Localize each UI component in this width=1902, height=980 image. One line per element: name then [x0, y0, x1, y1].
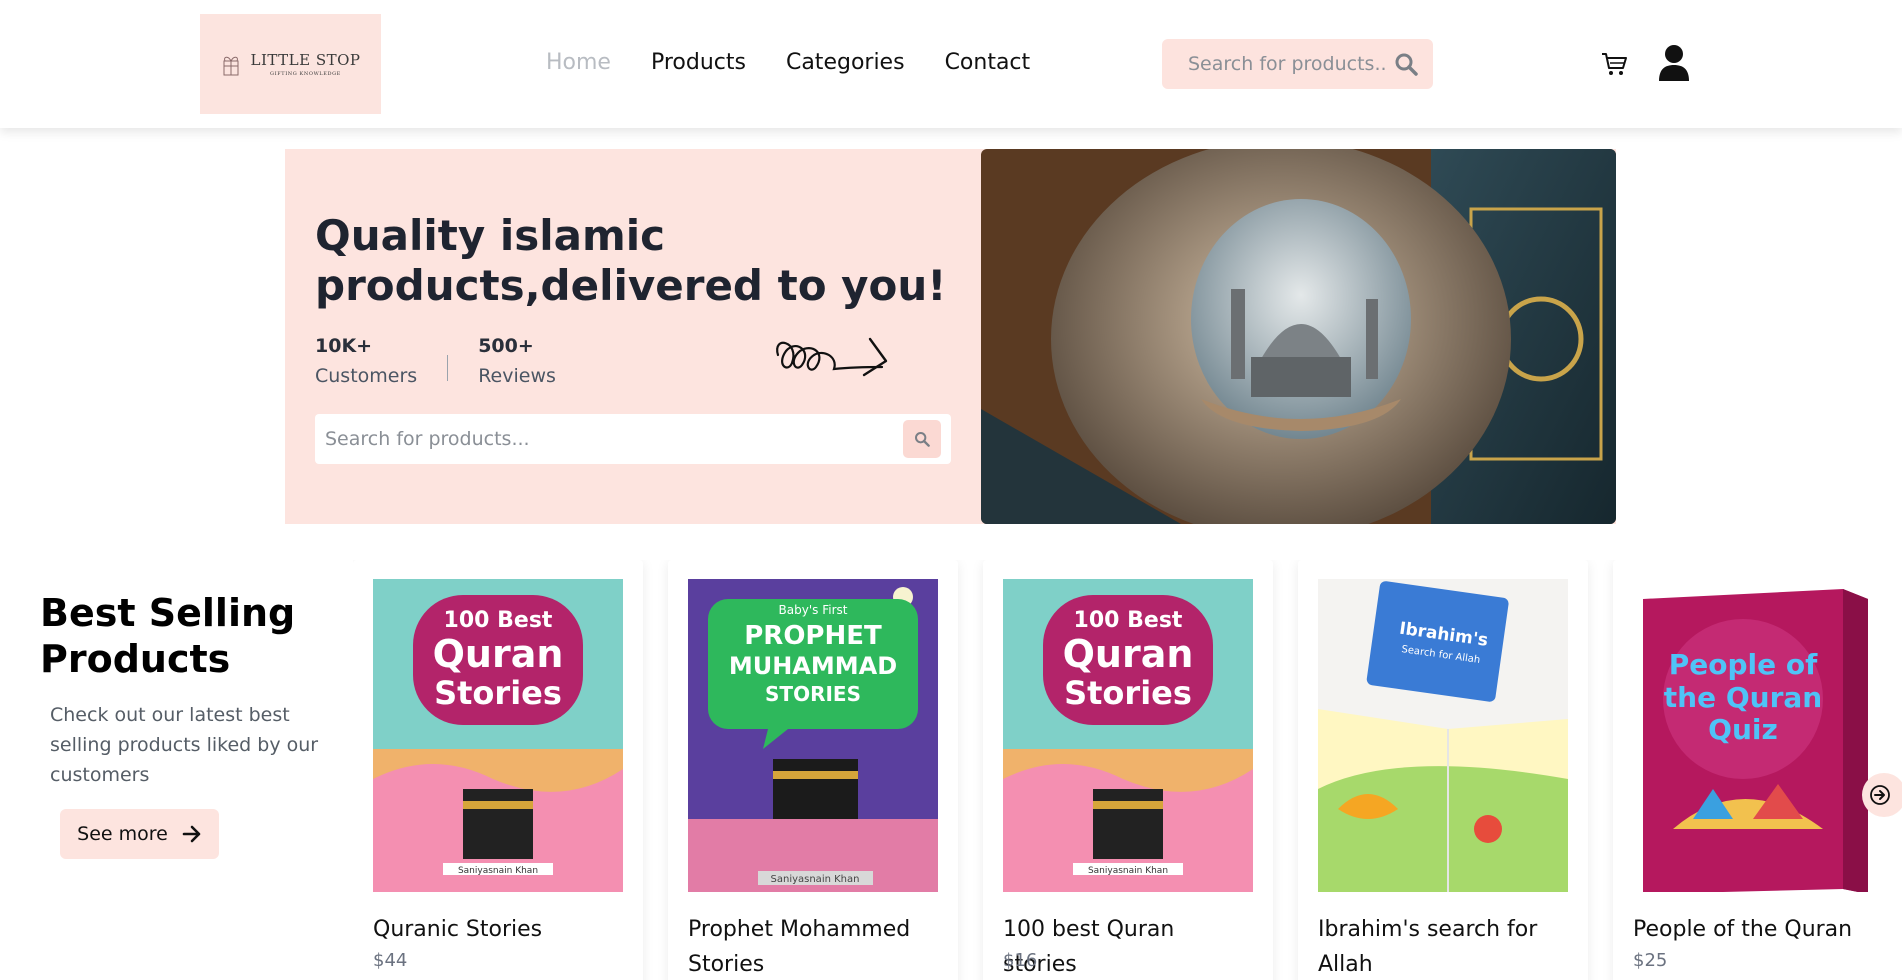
- product-price: $16: [1003, 950, 1038, 971]
- see-more-label: See more: [77, 823, 168, 845]
- cover-text: MUHAMMAD: [729, 652, 897, 680]
- hero-search-input[interactable]: [325, 428, 903, 450]
- stat-label: Customers: [315, 365, 418, 387]
- cart-icon[interactable]: [1600, 50, 1628, 78]
- search-icon[interactable]: [1391, 49, 1421, 79]
- squiggle-arrow-icon: [776, 337, 888, 377]
- product-card[interactable]: Ibrahim's Search for Allah Ibrahim's sea…: [1298, 560, 1588, 980]
- product-name[interactable]: 100 best Quran stories: [1003, 912, 1253, 980]
- product-name[interactable]: Prophet Mohammed Stories: [688, 912, 938, 980]
- cover-text: Quran: [1063, 632, 1194, 676]
- cover-author: Saniyasnain Khan: [771, 874, 860, 885]
- product-image: Baby's First PROPHET MUHAMMAD STORIES Sa…: [688, 579, 938, 892]
- product-image: 100 Best Quran Stories Saniyasnain Khan: [1003, 579, 1253, 892]
- stat-value: 10K+: [315, 335, 373, 357]
- product-card[interactable]: 100 Best Quran Stories Saniyasnain Khan …: [353, 560, 643, 980]
- nav-contact[interactable]: Contact: [945, 50, 1031, 75]
- hero-banner: Quality islamic products,delivered to yo…: [285, 149, 1616, 524]
- logo[interactable]: LITTLE STOP GIFTING KNOWLEDGE: [200, 14, 381, 114]
- cover-text: Stories: [1064, 674, 1192, 712]
- nav-products[interactable]: Products: [651, 50, 746, 75]
- stat-reviews: 500+ Reviews: [478, 335, 556, 387]
- product-name[interactable]: People of the Quran: [1633, 912, 1873, 947]
- product-card[interactable]: 100 Best Quran Stories Saniyasnain Khan …: [983, 560, 1273, 980]
- logo-tagline: GIFTING KNOWLEDGE: [270, 71, 341, 77]
- product-price: $25: [1633, 950, 1668, 971]
- product-image: Ibrahim's Search for Allah: [1318, 579, 1568, 892]
- best-selling-description: Check out our latest best selling produc…: [50, 704, 319, 786]
- main-nav: Home Products Categories Contact: [546, 50, 1030, 75]
- cover-text: Baby's First: [779, 603, 848, 617]
- cover-text: Quiz: [1708, 713, 1778, 746]
- product-card[interactable]: People of the Quran Quiz People of the Q…: [1613, 560, 1873, 980]
- hero-search: [315, 414, 951, 464]
- stat-customers: 10K+ Customers: [315, 335, 417, 387]
- cover-text: 100 Best: [444, 608, 553, 633]
- search-icon[interactable]: [903, 420, 941, 458]
- cover-text: 100 Best: [1074, 608, 1183, 633]
- stat-divider: [447, 355, 449, 381]
- hero-image: [981, 149, 1616, 524]
- carousel-next-button[interactable]: [1862, 773, 1902, 817]
- product-card[interactable]: Baby's First PROPHET MUHAMMAD STORIES Sa…: [668, 560, 958, 980]
- cover-text: Stories: [434, 674, 562, 712]
- cover-text: the Quran: [1664, 681, 1822, 714]
- user-icon[interactable]: [1658, 44, 1690, 82]
- nav-home[interactable]: Home: [546, 50, 611, 75]
- cover-text: Quran: [433, 632, 564, 676]
- product-name[interactable]: Quranic Stories: [373, 912, 623, 947]
- header-search: [1162, 39, 1433, 89]
- hero-title: Quality islamic products,delivered to yo…: [315, 211, 947, 310]
- product-price: $44: [373, 950, 408, 971]
- site-header: LITTLE STOP GIFTING KNOWLEDGE Home Produ…: [0, 0, 1902, 128]
- see-more-button[interactable]: See more: [60, 809, 219, 859]
- cover-text: People of: [1669, 648, 1818, 681]
- header-search-input[interactable]: [1188, 53, 1388, 75]
- gift-icon: [223, 56, 239, 76]
- stat-label: Reviews: [478, 365, 556, 387]
- product-image: People of the Quran Quiz: [1633, 579, 1873, 892]
- arrow-right-icon: [1870, 785, 1890, 805]
- cover-text: STORIES: [765, 682, 861, 706]
- cover-author: Saniyasnain Khan: [1088, 866, 1168, 876]
- logo-name: LITTLE STOP: [250, 51, 361, 69]
- product-carousel: 100 Best Quran Stories Saniyasnain Khan …: [353, 560, 1873, 980]
- product-name[interactable]: Ibrahim's search for Allah: [1318, 912, 1568, 980]
- arrow-right-icon: [182, 825, 201, 843]
- cover-text: PROPHET: [744, 621, 882, 651]
- cover-author: Saniyasnain Khan: [458, 866, 538, 876]
- hero-stats: 10K+ Customers 500+ Reviews: [315, 335, 556, 387]
- stat-value: 500+: [478, 335, 534, 357]
- nav-categories[interactable]: Categories: [786, 50, 905, 75]
- best-selling-title: Best Selling Products: [40, 591, 296, 681]
- product-image: 100 Best Quran Stories Saniyasnain Khan: [373, 579, 623, 892]
